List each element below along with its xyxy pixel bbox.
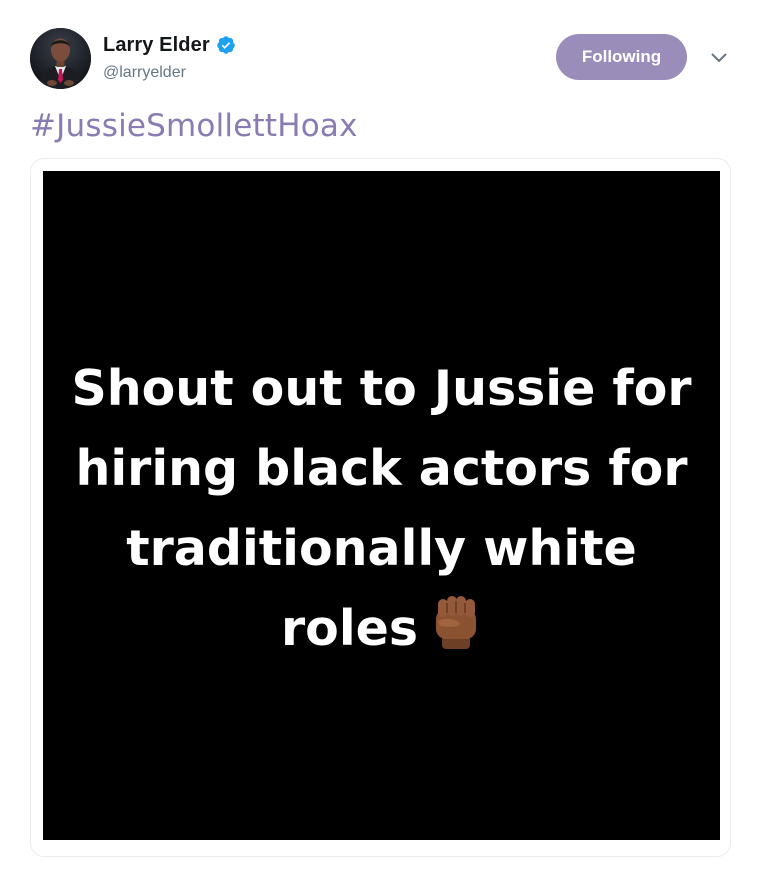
tweet-hashtag-link[interactable]: #JussieSmollettHoax: [30, 108, 358, 144]
caption-line: roles: [280, 599, 419, 657]
display-name[interactable]: Larry Elder: [103, 34, 210, 57]
caption-line: Shout out to Jussie for: [71, 359, 692, 417]
image-caption: Shout out to Jussie for hiring black act…: [52, 349, 712, 669]
caption-line: traditionally white: [126, 519, 637, 577]
verified-badge-icon: [216, 35, 236, 55]
caption-line-last: roles: [52, 589, 712, 669]
media-card: Shout out to Jussie for hiring black act…: [30, 158, 731, 857]
avatar[interactable]: [30, 28, 91, 89]
following-button[interactable]: Following: [556, 34, 687, 80]
author-block: Larry Elder @larryelder: [103, 32, 236, 82]
tweet-menu-button[interactable]: [708, 48, 730, 70]
chevron-down-icon: [711, 50, 727, 68]
tweet-header: Larry Elder @larryelder Following: [30, 28, 740, 92]
tweet-image[interactable]: Shout out to Jussie for hiring black act…: [43, 171, 720, 840]
author-handle[interactable]: @larryelder: [103, 64, 236, 82]
raised-fist-icon: [430, 593, 482, 651]
display-name-row: Larry Elder: [103, 32, 236, 58]
caption-line: hiring black actors for: [75, 439, 688, 497]
